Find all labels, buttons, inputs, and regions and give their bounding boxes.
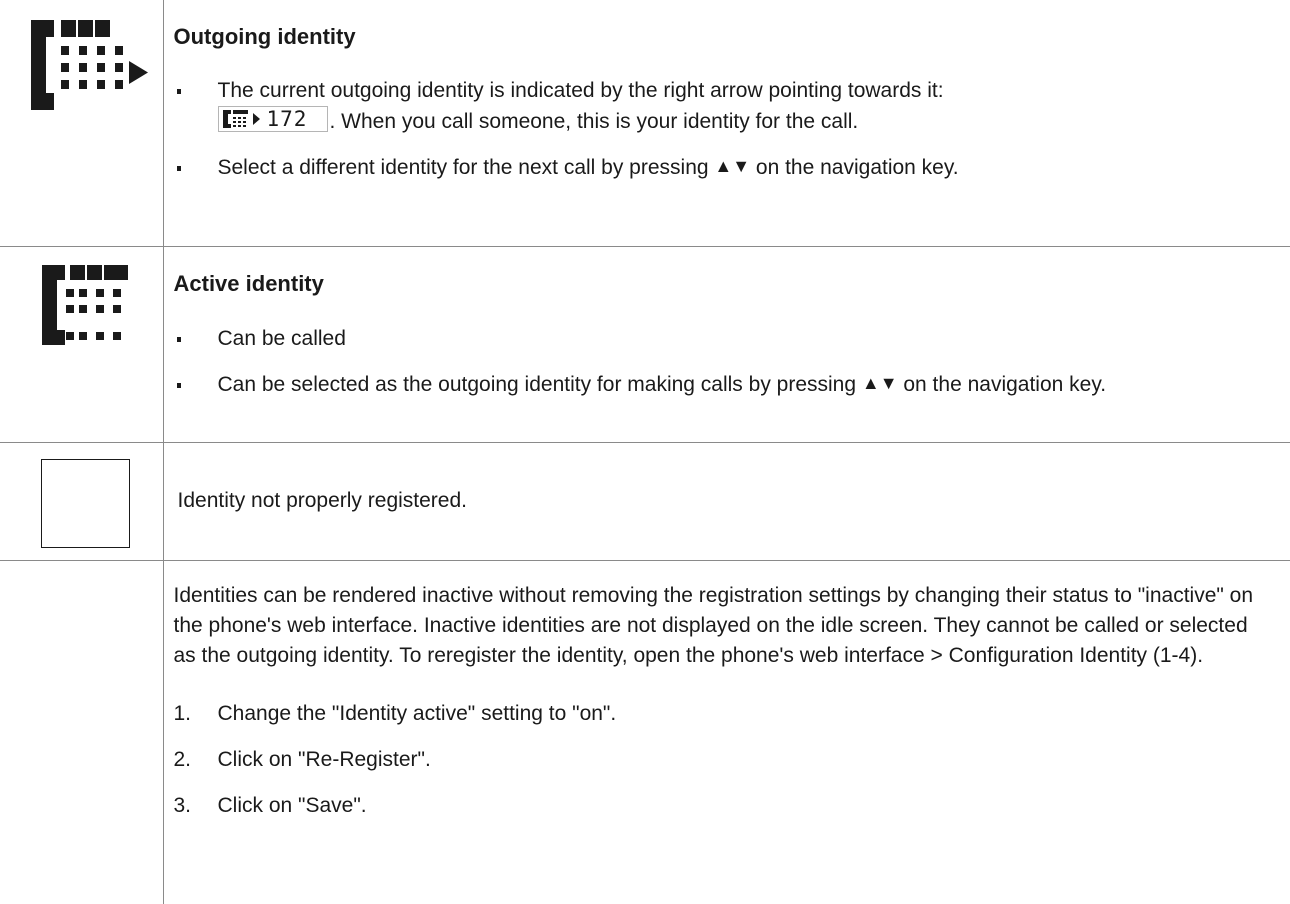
bullet-text-continued: . When you call someone, this is your id…: [329, 110, 859, 133]
bullet-text-end: on the navigation key.: [903, 372, 1107, 396]
step-item: 1. Change the "Identity active" setting …: [174, 699, 1290, 729]
heading-outgoing-identity: Outgoing identity: [173, 24, 356, 49]
row-active-identity: Active identity Can be called Can be sel…: [0, 246, 1290, 443]
bullet-outgoing-indicator: The current outgoing identity is indicat…: [174, 76, 1290, 137]
display-number: 172: [266, 107, 308, 131]
row-inactive-identities: Identities can be rendered inactive with…: [0, 560, 1290, 904]
empty-square-icon: [41, 458, 130, 548]
bullet-can-be-selected: Can be selected as the outgoing identity…: [174, 370, 1290, 400]
paragraph-inactive: Identities can be rendered inactive with…: [173, 583, 1254, 667]
bullet-text: The current outgoing identity is indicat…: [217, 79, 944, 102]
step-item: 2. Click on "Re-Register".: [174, 745, 1290, 775]
step-item: 3. Click on "Save".: [174, 791, 1290, 821]
step-text: Change the "Identity active" setting to …: [217, 701, 617, 725]
bullet-select-identity: Select a different identity for the next…: [174, 153, 1290, 183]
step-text: Click on "Save".: [217, 793, 367, 817]
step-number: 1.: [173, 701, 192, 725]
mini-arrow-icon: [252, 113, 260, 125]
bullet-text-end: on the navigation key.: [755, 156, 959, 179]
step-text: Click on "Re-Register".: [217, 747, 431, 771]
text-not-registered: Identity not properly registered.: [177, 489, 468, 512]
heading-active-identity: Active identity: [173, 270, 324, 296]
bullet-text: Select a different identity for the next…: [217, 156, 709, 179]
phone-active-icon: [42, 264, 128, 345]
step-number: 3.: [173, 793, 192, 817]
row-not-registered: Identity not properly registered.: [0, 442, 1290, 561]
step-number: 2.: [173, 747, 192, 771]
bullet-can-be-called: Can be called: [174, 324, 1290, 354]
bullet-text: Can be selected as the outgoing identity…: [217, 372, 857, 396]
display-preview: 172: [217, 106, 328, 132]
row-outgoing-identity: Outgoing identity The current outgoing i…: [0, 0, 1290, 247]
up-down-triangle-icon: ▲▼: [861, 372, 898, 393]
up-down-triangle-icon: ▲▼: [714, 156, 751, 176]
identity-status-table: Outgoing identity The current outgoing i…: [0, 0, 1290, 904]
mini-phone-icon: [222, 110, 248, 128]
phone-outgoing-icon: [31, 20, 148, 110]
